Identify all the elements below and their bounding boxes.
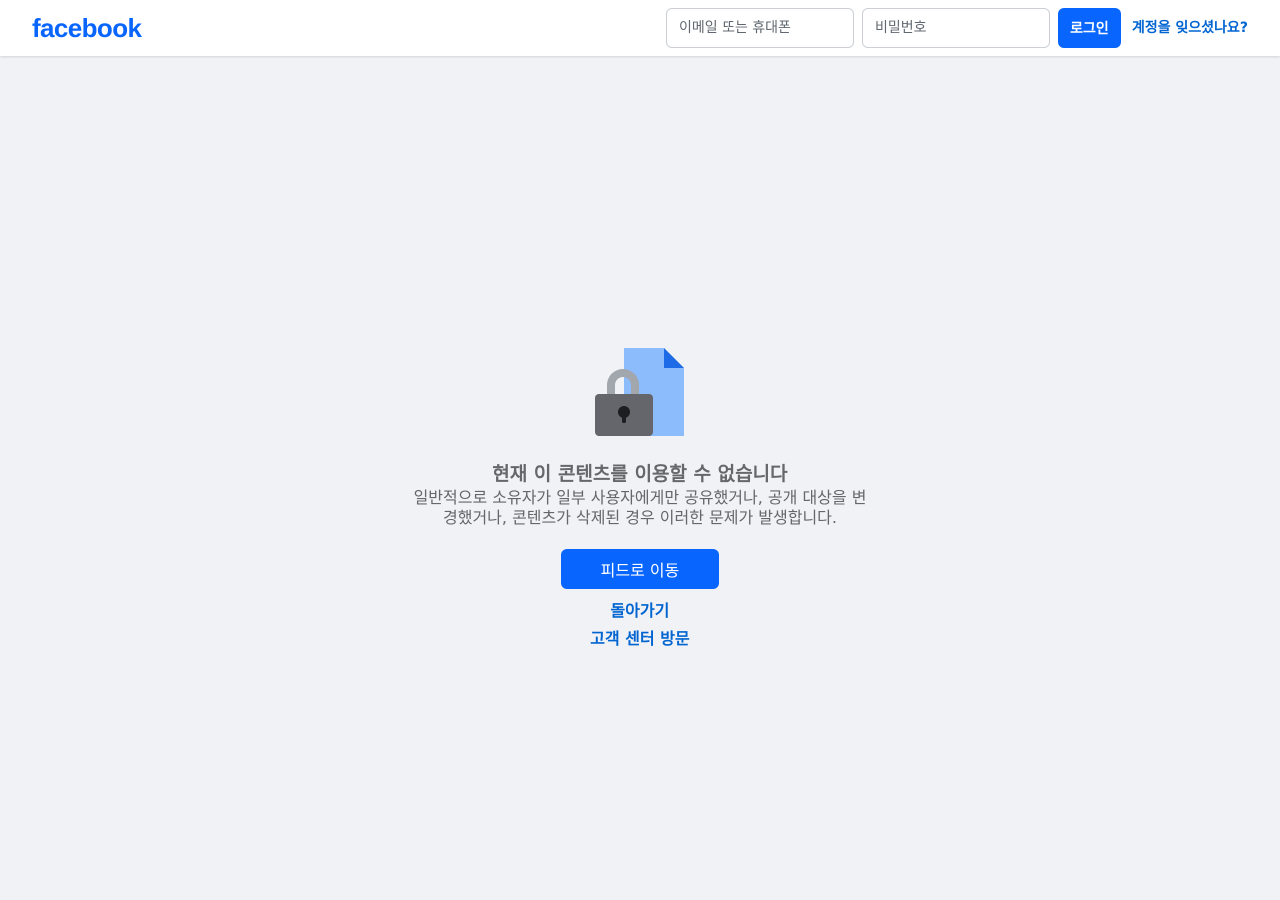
go-to-feed-button[interactable]: 피드로 이동 <box>561 549 719 589</box>
email-or-phone-input[interactable] <box>666 8 854 48</box>
top-navigation-bar: facebook 로그인 계정을 잊으셨나요? <box>0 0 1280 56</box>
password-input[interactable] <box>862 8 1050 48</box>
facebook-logo[interactable]: facebook <box>32 12 142 44</box>
unavailable-title: 현재 이 콘텐츠를 이용할 수 없습니다 <box>492 463 788 485</box>
help-center-link[interactable]: 고객 센터 방문 <box>590 629 689 649</box>
locked-document-icon <box>595 348 684 436</box>
forgot-account-link[interactable]: 계정을 잊으셨나요? <box>1132 17 1248 37</box>
content-unavailable-panel: 현재 이 콘텐츠를 이용할 수 없습니다 일반적으로 소유자가 일부 사용자에게… <box>0 348 1280 649</box>
login-button[interactable]: 로그인 <box>1058 8 1121 48</box>
go-back-link[interactable]: 돌아가기 <box>611 601 670 621</box>
unavailable-description: 일반적으로 소유자가 일부 사용자에게만 공유했거나, 공개 대상을 변경했거나… <box>413 488 867 527</box>
